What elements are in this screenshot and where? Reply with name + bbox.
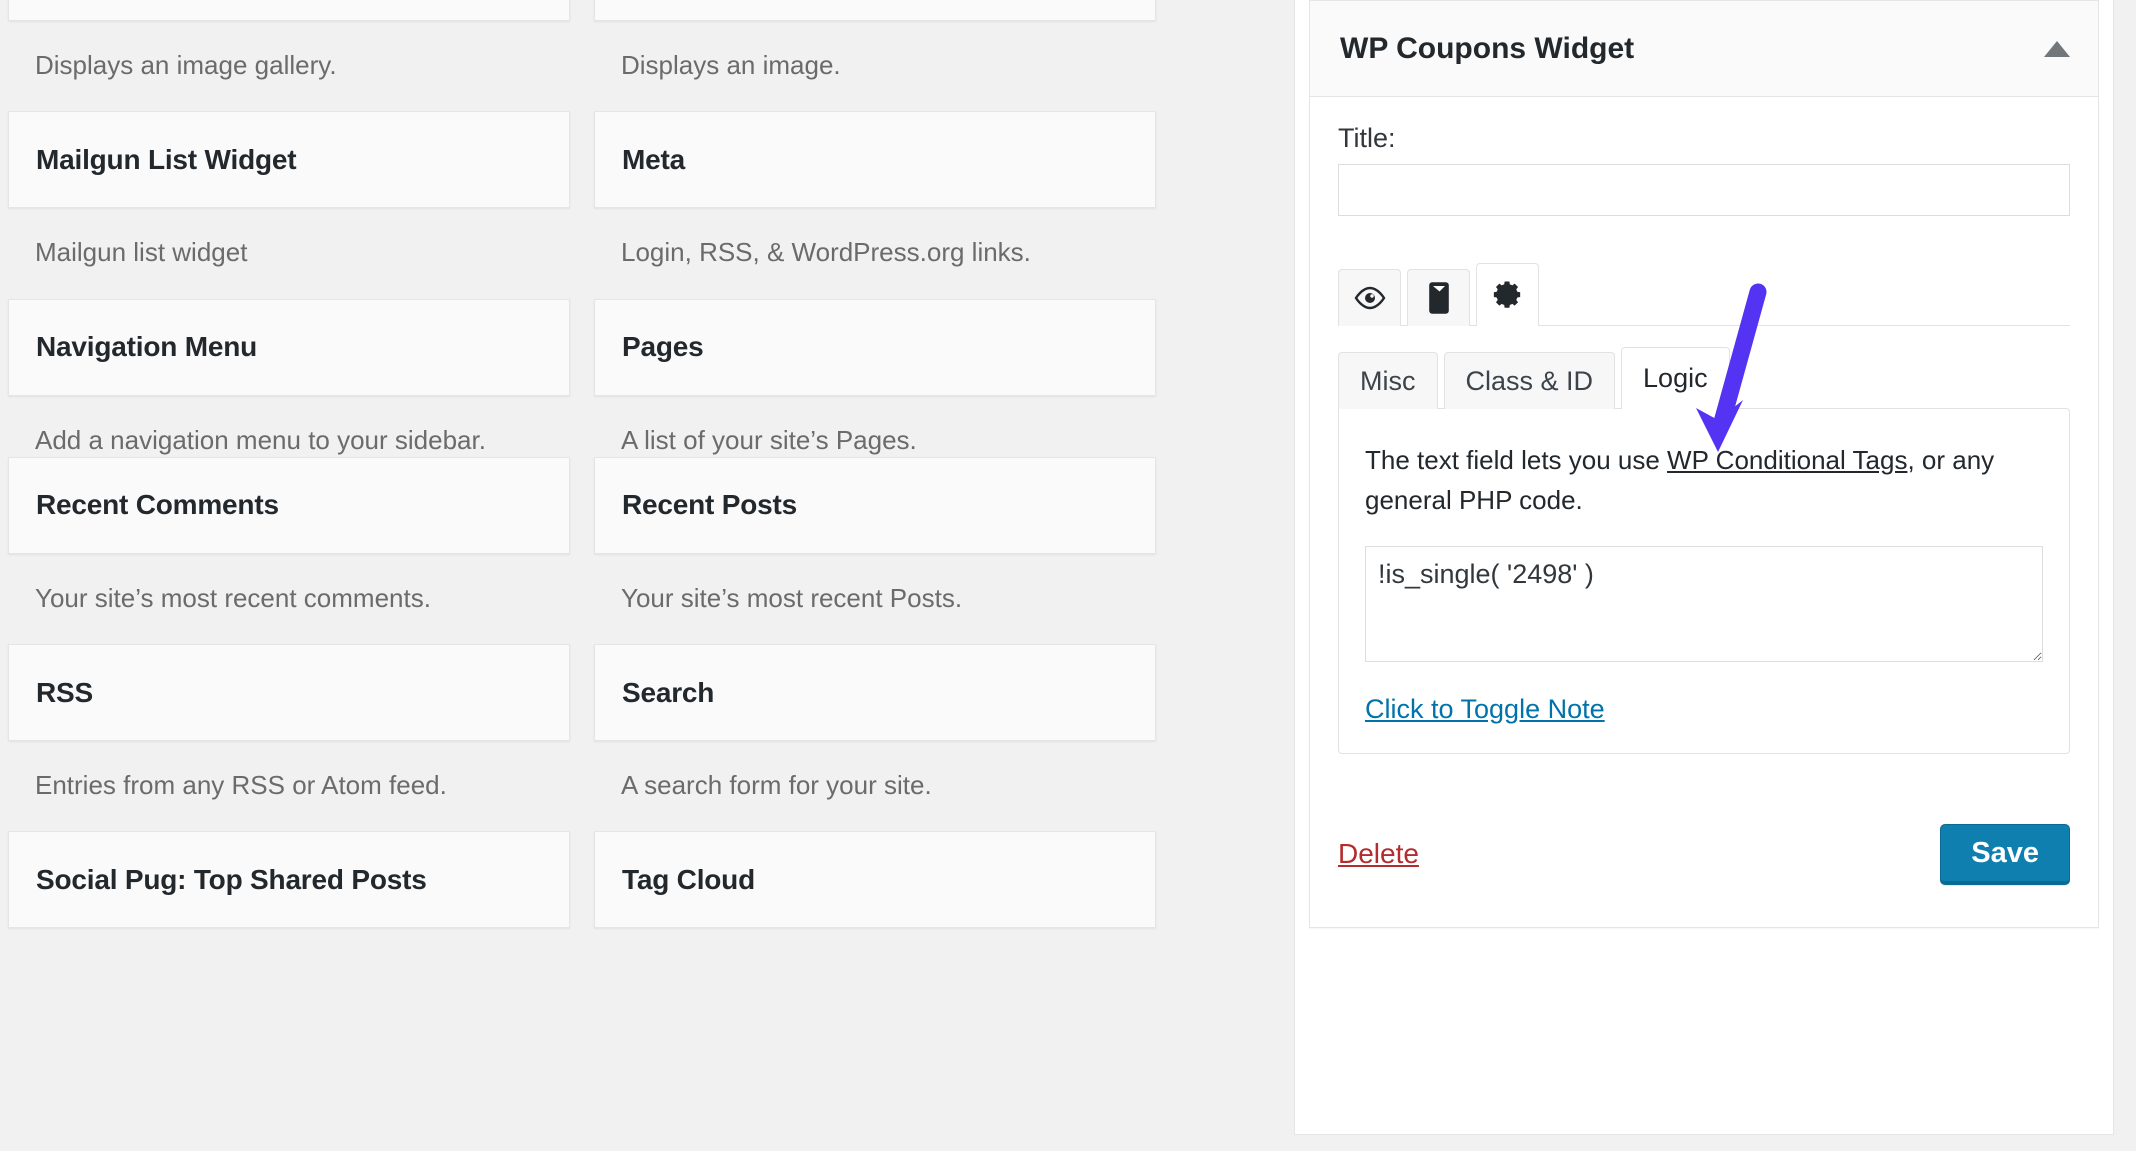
available-widgets-grid: Gallery Displays an image gallery. Mailg… — [8, 0, 1156, 929]
title-field-label: Title: — [1338, 123, 1396, 153]
tab-logic[interactable]: Logic — [1621, 347, 1730, 409]
tab-mobile[interactable] — [1407, 269, 1470, 326]
widget-card[interactable]: Search — [594, 644, 1156, 742]
widget-card[interactable]: Navigation Menu — [8, 298, 570, 396]
wp-conditional-tags-link[interactable]: WP Conditional Tags — [1667, 445, 1907, 475]
widget-card[interactable]: Mailgun List Widget — [8, 111, 570, 209]
logic-help-text: The text field lets you use WP Condition… — [1365, 441, 2025, 520]
widget-card-title: Pages — [622, 331, 704, 363]
sidebar-panel: WP Coupons Widget Title: Misc Class & ID… — [1272, 0, 2136, 1151]
tab-logic-label: Logic — [1643, 363, 1708, 393]
widget-card-title: RSS — [36, 676, 93, 708]
logic-tab-panel: The text field lets you use WP Condition… — [1338, 408, 2070, 755]
widget-box-body: Title: Misc Class & ID Logic The text fi… — [1310, 97, 2098, 774]
widget-card[interactable]: Pages — [594, 298, 1156, 396]
sidebar-inner-container: WP Coupons Widget Title: Misc Class & ID… — [1294, 0, 2114, 1135]
tab-settings[interactable] — [1476, 263, 1539, 326]
title-input[interactable] — [1338, 164, 2070, 216]
mobile-icon — [1428, 281, 1450, 315]
widget-footer: Delete Save — [1310, 774, 2098, 927]
tab-misc-label: Misc — [1360, 365, 1416, 396]
widget-card[interactable]: Recent Comments — [8, 456, 570, 554]
widget-card-title: Tag Cloud — [622, 863, 755, 895]
widget-description: A search form for your site. — [621, 770, 932, 801]
widget-card[interactable]: Tag Cloud — [594, 831, 1156, 929]
widget-description: Entries from any RSS or Atom feed. — [35, 770, 447, 801]
widget-card-title: Social Pug: Top Shared Posts — [36, 863, 427, 895]
delete-link[interactable]: Delete — [1338, 838, 1419, 870]
widget-description: Your site’s most recent comments. — [35, 582, 431, 613]
widget-card-title: Navigation Menu — [36, 331, 258, 363]
eye-icon — [1353, 286, 1387, 310]
widget-card-title: Meta — [622, 143, 685, 175]
widget-description: Login, RSS, & WordPress.org links. — [621, 237, 1031, 268]
available-widgets-area: Gallery Displays an image gallery. Mailg… — [0, 0, 1272, 1151]
widget-description: Displays an image. — [621, 50, 841, 80]
widget-description: Your site’s most recent Posts. — [621, 582, 963, 613]
widget-card[interactable]: Gallery — [8, 0, 570, 21]
screen-root: Gallery Displays an image gallery. Mailg… — [0, 0, 2136, 1151]
triangle-up-icon[interactable] — [2044, 40, 2070, 57]
tab-class-and-id[interactable]: Class & ID — [1443, 352, 1616, 409]
widget-card[interactable]: Image — [594, 0, 1156, 21]
tab-misc[interactable]: Misc — [1338, 352, 1438, 409]
widget-card[interactable]: Meta — [594, 111, 1156, 209]
widget-card[interactable]: Recent Posts — [594, 456, 1156, 554]
tab-eye[interactable] — [1338, 269, 1401, 326]
logic-code-textarea[interactable]: !is_single( '2498' ) — [1365, 546, 2043, 663]
widget-card[interactable]: Social Pug: Top Shared Posts — [8, 831, 570, 929]
widget-card-title: Recent Comments — [36, 489, 279, 521]
tab-class-and-id-label: Class & ID — [1465, 365, 1594, 396]
widget-description: Add a navigation menu to your sidebar. — [35, 424, 486, 455]
text-tabs-strip: Misc Class & ID Logic — [1338, 347, 2070, 409]
icon-tabs-strip — [1338, 262, 2070, 326]
widget-box-header[interactable]: WP Coupons Widget — [1310, 1, 2098, 97]
widget-card-title: Search — [622, 676, 715, 708]
widgets-column-right: Image Displays an image. Meta Login, RSS… — [582, 0, 1156, 929]
widget-card-title: Recent Posts — [622, 489, 797, 521]
save-button[interactable]: Save — [1940, 824, 2070, 885]
widget-card-title: Mailgun List Widget — [36, 143, 297, 175]
widget-card[interactable]: RSS — [8, 644, 570, 742]
widget-description: Mailgun list widget — [35, 237, 248, 268]
widget-description: A list of your site’s Pages. — [621, 424, 917, 455]
widget-description: Displays an image gallery. — [35, 50, 337, 80]
widgets-column-left: Gallery Displays an image gallery. Mailg… — [8, 0, 582, 929]
wp-coupons-widget-box: WP Coupons Widget Title: Misc Class & ID… — [1309, 0, 2099, 928]
widget-box-title: WP Coupons Widget — [1340, 31, 1635, 65]
gear-icon — [1492, 279, 1524, 311]
toggle-note-link[interactable]: Click to Toggle Note — [1365, 694, 1605, 725]
logic-help-prefix: The text field lets you use — [1365, 445, 1668, 475]
